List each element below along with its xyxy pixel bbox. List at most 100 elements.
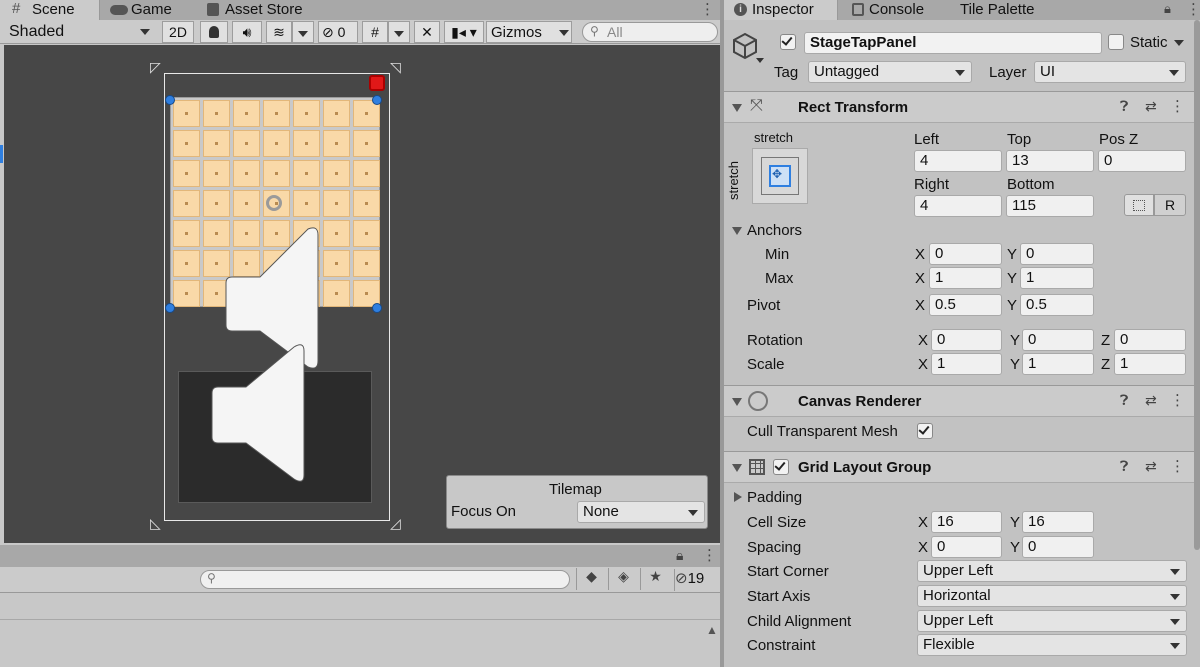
- scroll-up-icon[interactable]: ▲: [706, 623, 718, 637]
- help-icon[interactable]: ❓︎: [1120, 392, 1128, 409]
- rotation-y-input[interactable]: 0: [1022, 329, 1094, 351]
- resize-handle-icon[interactable]: [372, 95, 382, 105]
- scene-search-input[interactable]: ⚲ All: [582, 22, 718, 42]
- filter-by-type-button[interactable]: ◆: [576, 568, 606, 590]
- chevron-down-icon[interactable]: [1174, 40, 1184, 46]
- grid-dropdown[interactable]: [388, 21, 410, 43]
- help-icon[interactable]: ❓︎: [1120, 458, 1128, 475]
- child-alignment-dropdown[interactable]: Upper Left: [917, 610, 1187, 632]
- scene-viewport[interactable]: ◸ ◹ ◺ ◿ Tilemap Focus On None: [4, 45, 720, 543]
- grid-cell: [173, 250, 200, 277]
- inspector-menu-kebab-icon[interactable]: ⋮: [1186, 0, 1200, 18]
- tab-scene[interactable]: # Scene: [0, 0, 100, 20]
- canvas-renderer-header[interactable]: Canvas Renderer ❓︎ ⇄ ⋮: [724, 385, 1200, 417]
- posz-input[interactable]: 0: [1098, 150, 1186, 172]
- console-icon: [852, 3, 864, 16]
- cull-transparent-mesh-checkbox[interactable]: [917, 423, 933, 439]
- shading-mode-dropdown[interactable]: Shaded: [4, 21, 154, 43]
- spacing-x-input[interactable]: 0: [931, 536, 1002, 558]
- anchor-min-x-value: 0: [935, 245, 944, 262]
- lock-icon[interactable]: 🔒︎: [1164, 1, 1171, 17]
- scale-y-input[interactable]: 1: [1022, 353, 1094, 375]
- layer-dropdown[interactable]: UI: [1034, 61, 1186, 83]
- focus-on-dropdown[interactable]: None: [577, 501, 705, 523]
- preset-settings-icon[interactable]: ⇄: [1145, 98, 1157, 115]
- padding-expand-icon[interactable]: [734, 492, 742, 502]
- hidden-packages-toggle[interactable]: ⊘19: [674, 569, 718, 591]
- constraint-dropdown[interactable]: Flexible: [917, 634, 1187, 656]
- lighting-toggle[interactable]: [200, 21, 228, 43]
- component-menu-icon[interactable]: ⋮: [1170, 97, 1185, 115]
- grid-toggle[interactable]: #: [362, 21, 388, 43]
- anchor-max-y-input[interactable]: 1: [1020, 267, 1094, 289]
- lock-icon[interactable]: 🔒︎: [676, 547, 683, 564]
- anchors-collapse-icon[interactable]: [732, 227, 742, 235]
- anchor-min-x-input[interactable]: 0: [929, 243, 1002, 265]
- effects-toggle[interactable]: ≋: [266, 21, 292, 43]
- gizmos-dropdown[interactable]: Gizmos: [486, 21, 572, 43]
- scene-menu-kebab-icon[interactable]: ⋮: [700, 0, 715, 18]
- cell-size-x-input[interactable]: 16: [931, 511, 1002, 533]
- resize-handle-icon[interactable]: [165, 303, 175, 313]
- grid-layout-enabled-checkbox[interactable]: [773, 459, 789, 475]
- static-checkbox[interactable]: [1108, 34, 1124, 50]
- chevron-down-icon[interactable]: [756, 58, 764, 63]
- scale-x-input[interactable]: 1: [931, 353, 1002, 375]
- tab-tile-palette[interactable]: Tile Palette: [956, 0, 1066, 20]
- object-name-input[interactable]: StageTapPanel: [804, 32, 1102, 54]
- anchor-max-x-input[interactable]: 1: [929, 267, 1002, 289]
- filter-by-label-button[interactable]: ◈: [608, 568, 638, 590]
- tools-button[interactable]: ✕: [414, 21, 440, 43]
- help-icon[interactable]: ❓︎: [1120, 98, 1128, 115]
- static-label: Static: [1130, 34, 1168, 51]
- scale-z-input[interactable]: 1: [1114, 353, 1186, 375]
- anchor-handle-icon[interactable]: ◸: [150, 59, 161, 76]
- pivot-x-input[interactable]: 0.5: [929, 294, 1002, 316]
- anchor-preset-button[interactable]: ✥: [752, 148, 808, 204]
- pivot-icon[interactable]: [266, 195, 282, 211]
- tag-dropdown[interactable]: Untagged: [808, 61, 972, 83]
- cell-size-y-input[interactable]: 16: [1022, 511, 1094, 533]
- mode-2d-button[interactable]: 2D: [162, 21, 194, 43]
- bottom-menu-kebab-icon[interactable]: ⋮: [702, 546, 717, 564]
- rotation-x-input[interactable]: 0: [931, 329, 1002, 351]
- camera-button[interactable]: ▮◂ ▾: [444, 21, 484, 43]
- resize-handle-icon[interactable]: [372, 303, 382, 313]
- rotation-z-input[interactable]: 0: [1114, 329, 1186, 351]
- tab-inspector[interactable]: i Inspector: [724, 0, 838, 20]
- anchor-handle-icon[interactable]: ◹: [390, 59, 401, 76]
- audio-toggle[interactable]: 🔊︎: [232, 21, 262, 43]
- active-checkbox[interactable]: [780, 34, 796, 50]
- project-search-input[interactable]: ⚲: [200, 570, 570, 589]
- effects-dropdown[interactable]: [292, 21, 314, 43]
- tab-asset-store[interactable]: Asset Store: [202, 0, 322, 20]
- component-menu-icon[interactable]: ⋮: [1170, 457, 1185, 475]
- component-menu-icon[interactable]: ⋮: [1170, 391, 1185, 409]
- start-corner-dropdown[interactable]: Upper Left: [917, 560, 1187, 582]
- tab-console[interactable]: Console: [846, 0, 946, 20]
- hidden-objects-toggle[interactable]: ⊘ 0: [318, 21, 358, 43]
- start-axis-dropdown[interactable]: Horizontal: [917, 585, 1187, 607]
- rect-transform-header[interactable]: ⤧ Rect Transform ❓︎ ⇄ ⋮: [724, 91, 1200, 123]
- preset-settings-icon[interactable]: ⇄: [1145, 392, 1157, 409]
- pivot-y-input[interactable]: 0.5: [1020, 294, 1094, 316]
- right-input[interactable]: 4: [914, 195, 1002, 217]
- grid-layout-header[interactable]: Grid Layout Group ❓︎ ⇄ ⋮: [724, 451, 1200, 483]
- resize-handle-icon[interactable]: [165, 95, 175, 105]
- tab-game[interactable]: Game: [104, 0, 196, 20]
- red-gizmo-icon[interactable]: [369, 75, 385, 91]
- top-input[interactable]: 13: [1006, 150, 1094, 172]
- anchor-handle-icon[interactable]: ◿: [390, 515, 401, 532]
- raw-edit-label: R: [1164, 197, 1176, 213]
- preset-settings-icon[interactable]: ⇄: [1145, 458, 1157, 475]
- max-label: Max: [765, 270, 794, 287]
- inspector-scrollbar[interactable]: [1194, 20, 1200, 550]
- anchor-handle-icon[interactable]: ◺: [150, 515, 161, 532]
- left-input[interactable]: 4: [914, 150, 1002, 172]
- spacing-y-input[interactable]: 0: [1022, 536, 1094, 558]
- raw-edit-button[interactable]: R: [1154, 194, 1186, 216]
- favorites-button[interactable]: ★: [640, 568, 670, 590]
- bottom-input[interactable]: 115: [1006, 195, 1094, 217]
- blueprint-mode-button[interactable]: [1124, 194, 1154, 216]
- anchor-min-y-input[interactable]: 0: [1020, 243, 1094, 265]
